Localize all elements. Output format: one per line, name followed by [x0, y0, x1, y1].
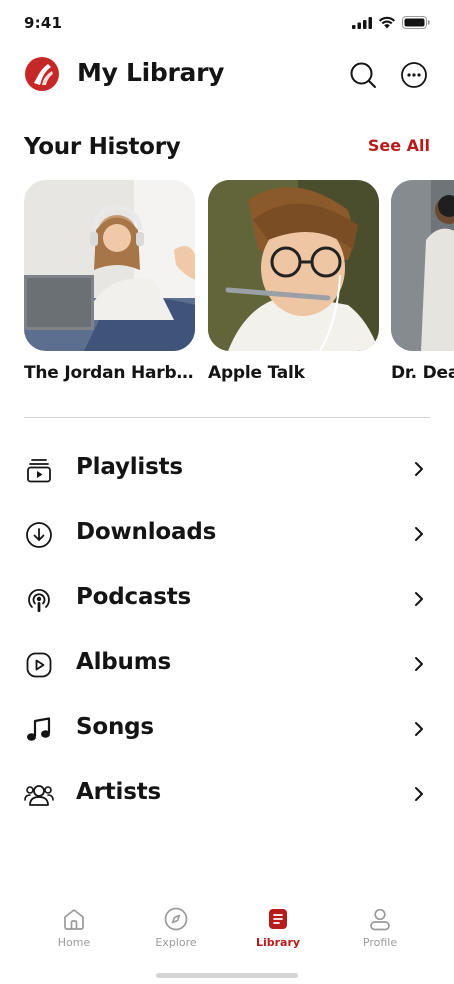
history-thumbnail — [391, 180, 454, 351]
bottom-navigation: Home Explore Library Profile — [0, 896, 454, 956]
history-card[interactable]: Apple Talk — [208, 180, 379, 383]
nav-item-label: Home — [57, 936, 91, 949]
chevron-right-icon — [415, 462, 423, 476]
history-thumbnail — [24, 180, 195, 351]
nav-item-label: Profile — [362, 936, 398, 949]
nav-item-explore[interactable]: Explore — [136, 906, 216, 949]
wifi-icon — [378, 16, 396, 29]
menu-item-playlists[interactable]: Playlists — [0, 437, 454, 502]
app-logo-icon — [24, 56, 60, 92]
menu-item-label: Downloads — [76, 519, 217, 545]
menu-item-albums[interactable]: Albums — [0, 632, 454, 697]
history-section-title: Your History — [24, 134, 181, 160]
album-icon — [24, 650, 54, 680]
library-menu: Playlists Downloads Podcasts Albums Song… — [0, 437, 454, 827]
artists-icon — [24, 780, 54, 810]
chevron-right-icon — [415, 787, 423, 801]
chevron-right-icon — [415, 527, 423, 541]
chevron-right-icon — [415, 657, 423, 671]
music-note-icon — [24, 715, 54, 745]
search-icon — [350, 62, 376, 88]
podcast-icon — [24, 585, 54, 615]
menu-item-podcasts[interactable]: Podcasts — [0, 567, 454, 632]
page-title: My Library — [77, 58, 225, 87]
nav-item-profile[interactable]: Profile — [340, 906, 420, 949]
download-icon — [24, 520, 54, 550]
menu-item-label: Playlists — [76, 454, 183, 480]
search-button[interactable] — [348, 60, 378, 90]
home-indicator — [156, 973, 298, 978]
history-thumbnail — [208, 180, 379, 351]
cellular-signal-icon — [352, 16, 372, 29]
profile-icon — [367, 906, 393, 932]
nav-item-label: Explore — [155, 936, 197, 949]
app-header: My Library — [0, 52, 454, 100]
playlist-icon — [24, 455, 54, 485]
history-item-name: Dr. Dea — [391, 363, 454, 383]
section-divider — [24, 417, 430, 418]
menu-item-label: Albums — [76, 649, 171, 675]
history-card[interactable]: Dr. Dea — [391, 180, 454, 383]
menu-item-label: Artists — [76, 779, 161, 805]
status-icons — [352, 16, 430, 29]
more-icon — [401, 62, 427, 88]
menu-item-label: Podcasts — [76, 584, 192, 610]
chevron-right-icon — [415, 592, 423, 606]
nav-item-home[interactable]: Home — [34, 906, 114, 949]
history-card[interactable]: The Jordan Harb... — [24, 180, 195, 383]
status-time: 9:41 — [24, 14, 63, 32]
history-item-name: The Jordan Harb... — [24, 363, 195, 383]
compass-icon — [163, 906, 189, 932]
see-all-link[interactable]: See All — [368, 136, 430, 155]
nav-item-label: Library — [255, 936, 301, 949]
history-item-name: Apple Talk — [208, 363, 305, 383]
library-icon — [265, 906, 291, 932]
menu-item-label: Songs — [76, 714, 154, 740]
nav-item-library[interactable]: Library — [238, 906, 318, 949]
status-bar: 9:41 — [0, 0, 454, 48]
chevron-right-icon — [415, 722, 423, 736]
menu-item-artists[interactable]: Artists — [0, 762, 454, 827]
history-carousel[interactable]: The Jordan Harb... Apple Talk Dr. Dea — [0, 180, 454, 390]
menu-item-downloads[interactable]: Downloads — [0, 502, 454, 567]
battery-icon — [402, 16, 430, 29]
home-icon — [61, 906, 87, 932]
more-options-button[interactable] — [399, 60, 429, 90]
menu-item-songs[interactable]: Songs — [0, 697, 454, 762]
